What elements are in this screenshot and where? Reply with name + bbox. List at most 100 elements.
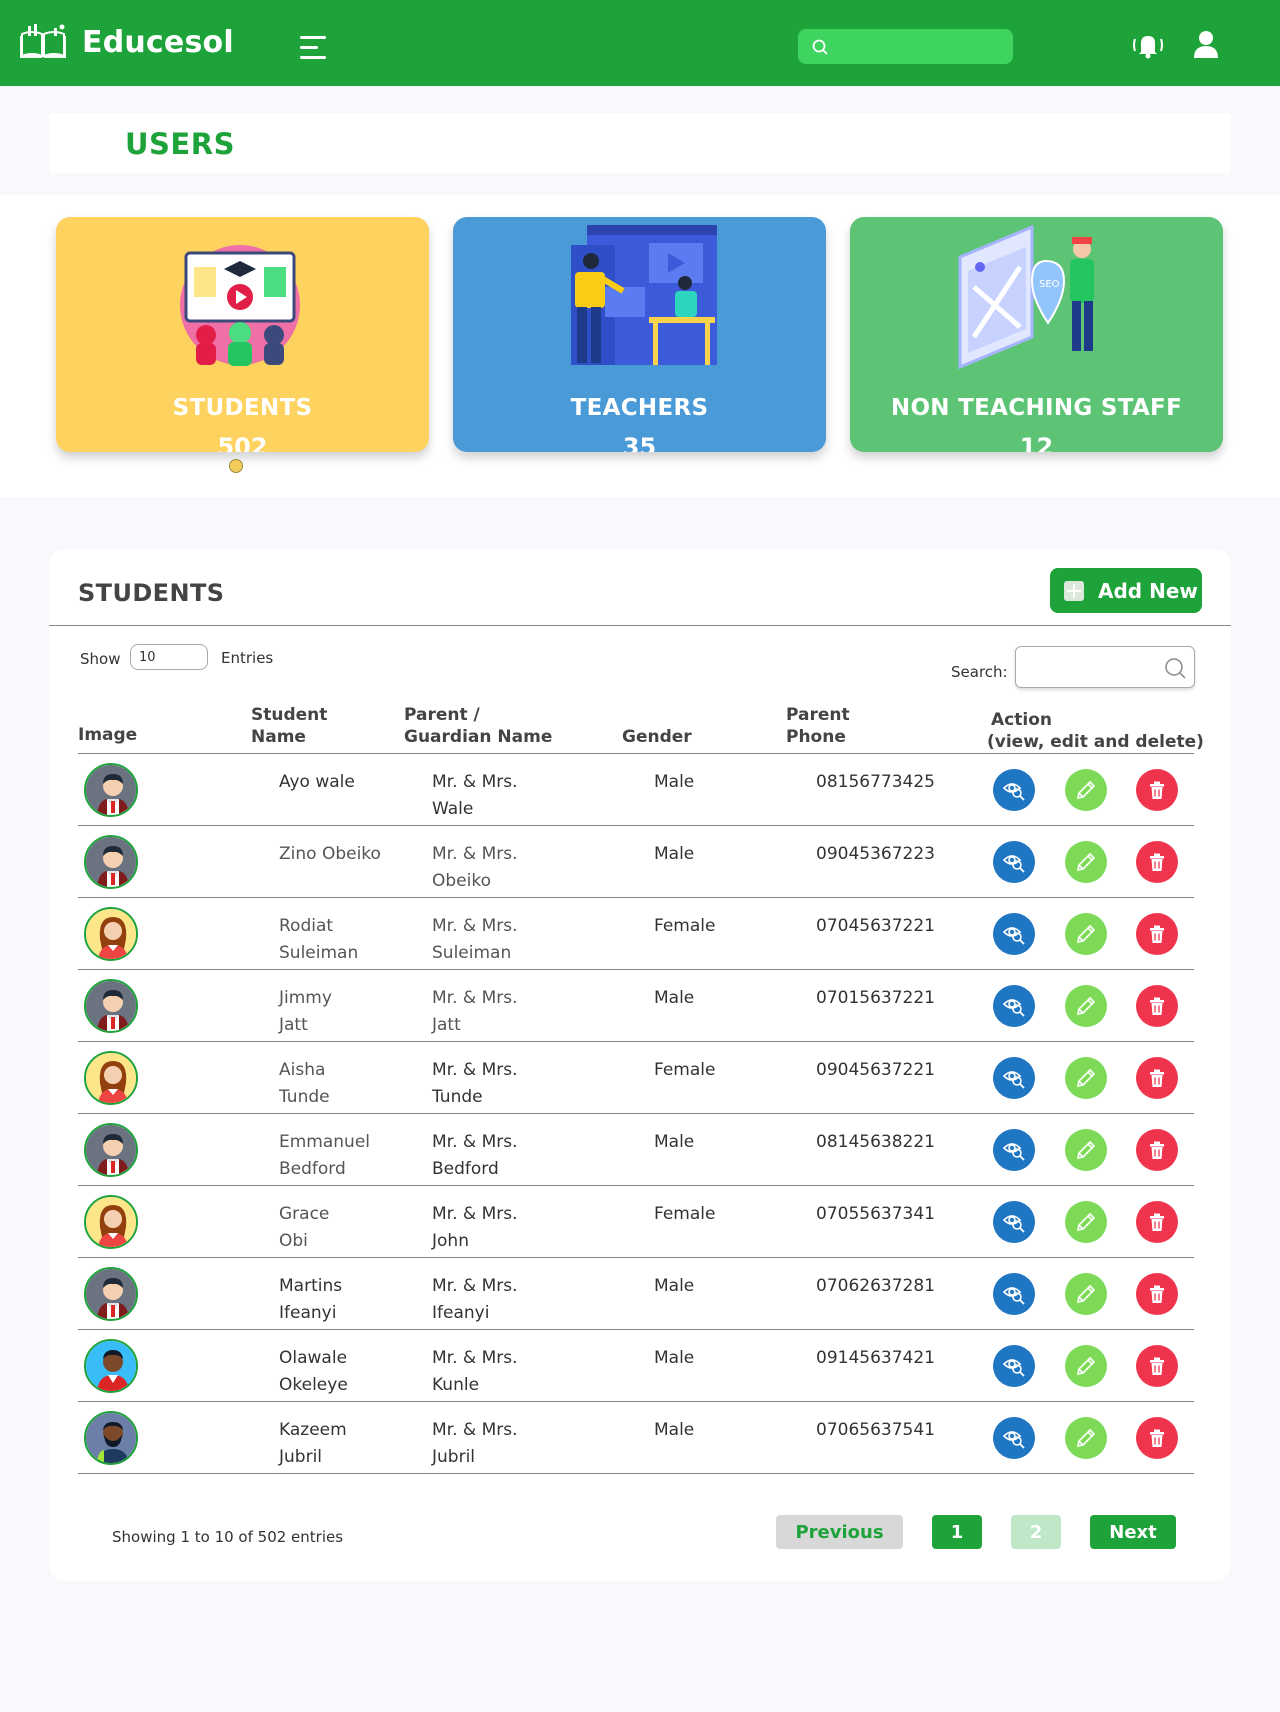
edit-button[interactable]: [1065, 1201, 1107, 1243]
page-header: USERS: [49, 113, 1231, 173]
parent-phone: 09145637421: [816, 1348, 935, 1368]
student-name: Aisha Tunde: [279, 1060, 330, 1107]
table-search[interactable]: [1015, 646, 1195, 688]
delete-button[interactable]: [1136, 769, 1178, 811]
trash-icon: [1150, 1213, 1164, 1231]
student-avatar[interactable]: [84, 907, 138, 961]
view-icon: [1002, 1071, 1025, 1089]
card-count: 502: [217, 433, 268, 452]
parent-name: Mr. & Mrs. Kunle: [432, 1348, 518, 1395]
edit-button[interactable]: [1065, 913, 1107, 955]
edit-button[interactable]: [1065, 1417, 1107, 1459]
delete-button[interactable]: [1136, 1057, 1178, 1099]
delete-button[interactable]: [1136, 1201, 1178, 1243]
student-name: Martins Ifeanyi: [279, 1276, 343, 1323]
edit-button[interactable]: [1065, 1057, 1107, 1099]
students-panel: STUDENTS Add New Show Entries Search: Im…: [49, 549, 1231, 1581]
gender: Female: [654, 1060, 716, 1080]
view-button[interactable]: [993, 841, 1035, 883]
delete-button[interactable]: [1136, 985, 1178, 1027]
parent-phone: 09045367223: [816, 844, 935, 864]
parent-phone: 07045637221: [816, 916, 935, 936]
edit-button[interactable]: [1065, 985, 1107, 1027]
delete-button[interactable]: [1136, 1417, 1178, 1459]
hamburger-menu-icon[interactable]: [300, 36, 326, 62]
edit-button[interactable]: [1065, 1273, 1107, 1315]
trash-icon: [1150, 1069, 1164, 1087]
bell-icon[interactable]: [1130, 30, 1166, 60]
trash-icon: [1150, 853, 1164, 871]
parent-name: Mr. & Mrs. Obeiko: [432, 844, 518, 891]
view-button[interactable]: [993, 769, 1035, 811]
edit-button[interactable]: [1065, 841, 1107, 883]
student-avatar[interactable]: [84, 1339, 138, 1393]
view-button[interactable]: [993, 913, 1035, 955]
gender: Male: [654, 1132, 695, 1152]
view-button[interactable]: [993, 1345, 1035, 1387]
brand[interactable]: Educesol: [16, 22, 234, 62]
student-avatar[interactable]: [84, 1051, 138, 1105]
table-row: Aisha Tunde Mr. & Mrs. Tunde Female 090456372…: [78, 1042, 1194, 1114]
page-1-button[interactable]: 1: [932, 1515, 982, 1549]
parent-name: Mr. & Mrs. Jubril: [432, 1420, 518, 1467]
view-button[interactable]: [993, 1201, 1035, 1243]
page-2-button[interactable]: 2: [1011, 1515, 1061, 1549]
table-row: Jimmy Jatt Mr. & Mrs. Jatt Male 07015637221: [78, 970, 1194, 1042]
add-new-label: Add New: [1098, 578, 1198, 603]
student-name: Ayo wale: [279, 772, 355, 792]
app-name: Educesol: [82, 24, 234, 60]
student-avatar[interactable]: [84, 979, 138, 1033]
students-card[interactable]: STUDENTS 502: [56, 217, 429, 452]
gender: Male: [654, 1276, 695, 1296]
top-bar: Educesol: [0, 0, 1280, 86]
gender: Male: [654, 988, 695, 1008]
delete-button[interactable]: [1136, 913, 1178, 955]
delete-button[interactable]: [1136, 1129, 1178, 1171]
student-avatar[interactable]: [84, 1267, 138, 1321]
student-avatar[interactable]: [84, 1123, 138, 1177]
edit-button[interactable]: [1065, 1129, 1107, 1171]
gender: Female: [654, 916, 716, 936]
view-button[interactable]: [993, 1417, 1035, 1459]
previous-button[interactable]: Previous: [776, 1515, 903, 1549]
student-name: Kazeem Jubril: [279, 1420, 347, 1467]
non-teaching-staff-card[interactable]: SEO NON TEACHING STAFF 12: [850, 217, 1223, 452]
view-icon: [1002, 1287, 1025, 1305]
delete-button[interactable]: [1136, 1345, 1178, 1387]
entries-per-page-select[interactable]: [130, 644, 208, 670]
student-avatar[interactable]: [84, 1411, 138, 1465]
header-search[interactable]: [798, 29, 1013, 64]
view-button[interactable]: [993, 1129, 1035, 1171]
table-search-input[interactable]: [1016, 647, 1156, 685]
user-icon[interactable]: [1192, 30, 1220, 60]
card-label: TEACHERS: [570, 395, 709, 421]
student-avatar[interactable]: [84, 763, 138, 817]
delete-button[interactable]: [1136, 841, 1178, 883]
pencil-icon: [1076, 924, 1096, 944]
add-new-button[interactable]: Add New: [1050, 568, 1202, 613]
student-name: Emmanuel Bedford: [279, 1132, 371, 1179]
table-row: Kazeem Jubril Mr. & Mrs. Jubril Male 07065637…: [78, 1402, 1194, 1474]
card-count: 35: [622, 433, 657, 452]
delete-button[interactable]: [1136, 1273, 1178, 1315]
view-button[interactable]: [993, 1273, 1035, 1315]
student-avatar[interactable]: [84, 835, 138, 889]
entries-info: Showing 1 to 10 of 502 entries: [112, 1528, 344, 1546]
page-title: USERS: [125, 127, 235, 161]
edit-button[interactable]: [1065, 1345, 1107, 1387]
next-button[interactable]: Next: [1090, 1515, 1176, 1549]
teachers-card[interactable]: TEACHERS 35: [453, 217, 826, 452]
search-label: Search:: [951, 663, 1008, 681]
parent-name: Mr. & Mrs. Suleiman: [432, 916, 518, 963]
col-gender: Gender: [622, 727, 692, 747]
view-icon: [1002, 1359, 1025, 1377]
pencil-icon: [1076, 780, 1096, 800]
view-button[interactable]: [993, 985, 1035, 1027]
view-button[interactable]: [993, 1057, 1035, 1099]
header-search-input[interactable]: [836, 38, 1006, 55]
carousel-dot[interactable]: [229, 459, 243, 473]
edit-button[interactable]: [1065, 769, 1107, 811]
table-row: Emmanuel Bedford Mr. & Mrs. Bedford Male 0814…: [78, 1114, 1194, 1186]
student-avatar[interactable]: [84, 1195, 138, 1249]
gender: Male: [654, 772, 695, 792]
